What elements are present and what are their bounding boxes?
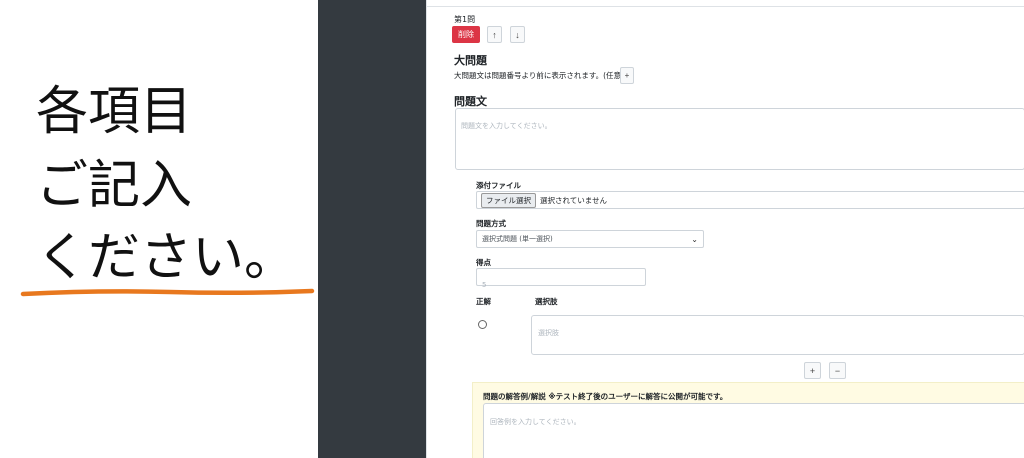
callout-line-1: 各項目: [36, 82, 193, 142]
correct-radio[interactable]: [478, 320, 487, 329]
explanation-label: 問題の解答例/解説 ※テスト終了後のユーザーに解答に公開が可能です。: [483, 392, 728, 401]
add-choice-button[interactable]: +: [804, 362, 821, 379]
major-question-description: 大問題文は問題番号より前に表示されます。(任意): [454, 71, 624, 80]
remove-choice-button[interactable]: −: [829, 362, 846, 379]
score-input[interactable]: 5: [476, 268, 646, 289]
sidebar-dark: [318, 0, 426, 458]
question-text-input[interactable]: 問題文を入力してください。: [455, 108, 1024, 170]
major-question-heading: 大問題: [454, 54, 487, 67]
screen: 各項目 ご記入 ください。 第1問 削除 ↑ ↓ 大問題 大問題文は問題番号より…: [0, 0, 1024, 458]
file-status: 選択されていません: [540, 195, 608, 205]
question-text-placeholder: 問題文を入力してください。: [461, 122, 552, 130]
top-divider: [427, 6, 1024, 7]
question-text-heading: 問題文: [454, 95, 487, 108]
score-placeholder: 5: [482, 281, 487, 289]
choice-placeholder: 選択肢: [538, 329, 559, 337]
move-down-button[interactable]: ↓: [510, 26, 525, 43]
delete-question-button[interactable]: 削除: [452, 26, 480, 43]
score-label: 得点: [476, 258, 491, 267]
callout-line-2: ご記入: [36, 156, 193, 216]
callout-underline: [20, 288, 315, 297]
choices-label: 選択肢: [535, 297, 558, 306]
correct-label: 正解: [476, 297, 491, 306]
choice-input[interactable]: 選択肢: [531, 315, 1024, 355]
chevron-down-icon: ⌄: [691, 234, 698, 244]
file-input[interactable]: ファイル選択 選択されていません: [476, 191, 1024, 209]
file-select-button[interactable]: ファイル選択: [481, 192, 536, 208]
explanation-section: 問題の解答例/解説 ※テスト終了後のユーザーに解答に公開が可能です。 回答例を入…: [472, 382, 1024, 458]
question-method-value: 選択式問題 (単一選択): [482, 235, 553, 243]
attachment-label: 添付ファイル: [476, 181, 521, 190]
question-form: 第1問 削除 ↑ ↓ 大問題 大問題文は問題番号より前に表示されます。(任意) …: [426, 0, 1024, 458]
add-major-question-button[interactable]: +: [620, 67, 634, 84]
question-method-label: 問題方式: [476, 219, 506, 228]
explanation-input[interactable]: 回答例を入力してください。: [483, 403, 1024, 458]
question-method-select[interactable]: 選択式問題 (単一選択) ⌄: [476, 230, 704, 248]
callout-line-3: ください。: [36, 228, 297, 288]
explanation-placeholder: 回答例を入力してください。: [490, 418, 581, 426]
instruction-callout: 各項目 ご記入 ください。: [0, 0, 318, 458]
question-number: 第1問: [454, 15, 476, 24]
move-up-button[interactable]: ↑: [487, 26, 502, 43]
